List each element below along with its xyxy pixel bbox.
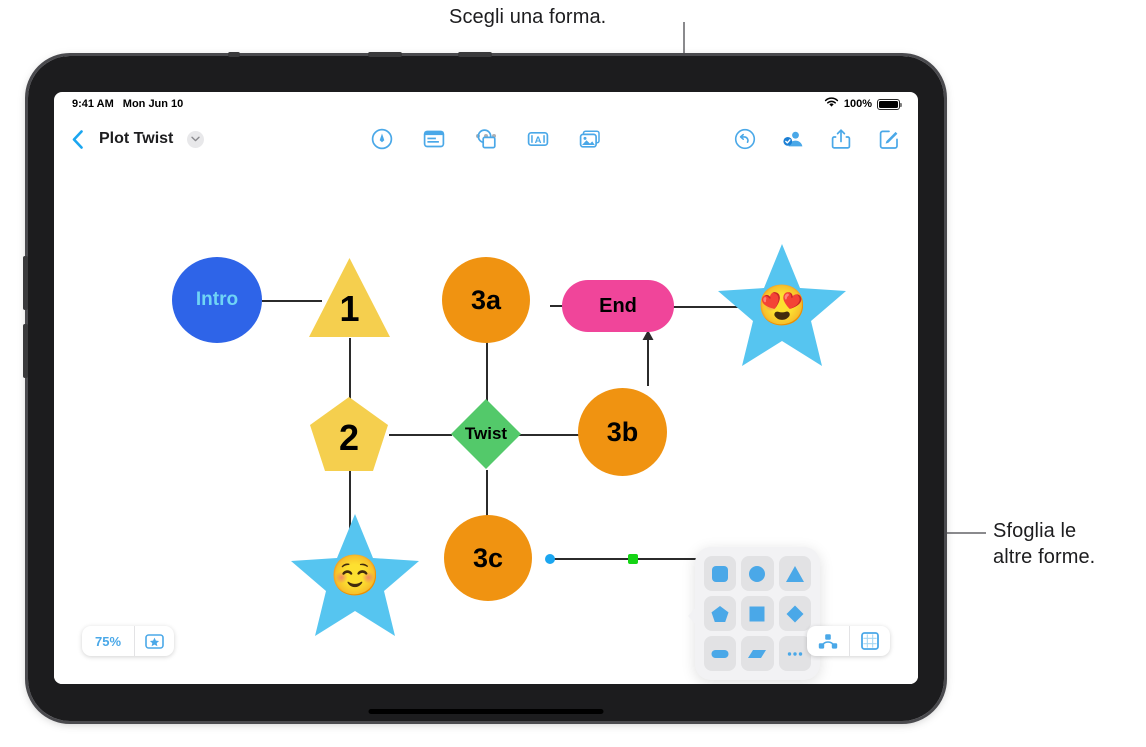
chevron-down-icon[interactable] <box>187 130 205 148</box>
back-chevron-icon[interactable] <box>72 128 85 150</box>
status-bar-right: 100% <box>824 97 902 111</box>
status-bar-left: 9:41 AM Mon Jun 10 <box>72 98 183 110</box>
undo-arrow-icon[interactable] <box>734 128 756 150</box>
zoom-control-bar: 75% <box>82 626 175 656</box>
node-2[interactable]: 2 <box>308 395 390 473</box>
node-1[interactable]: 1 <box>307 256 392 339</box>
connector-2-to-twist[interactable] <box>389 434 452 436</box>
node-star-bottom[interactable]: ☺️ <box>289 512 421 638</box>
node-twist[interactable]: Twist <box>450 398 522 470</box>
text-box-icon[interactable] <box>423 128 445 150</box>
zoom-level-button[interactable]: 75% <box>82 626 134 656</box>
app-navigation-bar: Plot Twist A <box>54 118 918 160</box>
diagram-canvas[interactable]: Intro 1 2 3a Twist 3b 3c End 😍 ☺️ 75% <box>54 160 918 684</box>
node-3a[interactable]: 3a <box>442 257 530 343</box>
page-title[interactable]: Plot Twist <box>99 130 173 148</box>
pen-circle-icon[interactable] <box>371 128 393 150</box>
ipad-device-frame: 9:41 AM Mon Jun 10 100% Plot Twist A Int… <box>23 52 947 724</box>
nav-bar-actions <box>734 128 900 150</box>
ellipse-icon[interactable] <box>704 636 737 671</box>
connector-3a-to-twist[interactable] <box>486 340 488 402</box>
status-date: Mon Jun 10 <box>122 98 184 110</box>
popover-tail <box>688 607 696 625</box>
view-control-bar <box>807 626 890 656</box>
collaborate-person-icon[interactable] <box>782 128 804 150</box>
node-3b[interactable]: 3b <box>578 388 667 476</box>
share-up-arrow-icon[interactable] <box>830 128 852 150</box>
device-volume-down-button <box>23 324 28 378</box>
device-camera-button <box>228 52 240 57</box>
device-top-button-a <box>368 52 402 57</box>
device-top-button-b <box>458 52 492 57</box>
battery-percent-label: 100% <box>843 98 872 110</box>
status-time: 9:41 AM <box>72 98 114 110</box>
svg-text:A: A <box>535 135 542 146</box>
ipad-screen: 9:41 AM Mon Jun 10 100% Plot Twist A Int… <box>54 92 918 684</box>
nav-bar-tools: A <box>371 128 601 150</box>
home-indicator[interactable] <box>368 709 604 714</box>
callout-choose-shape: Scegli una forma. <box>449 6 607 28</box>
pentagon-icon[interactable] <box>704 596 737 631</box>
shape-grid <box>704 556 811 671</box>
triangle-icon[interactable] <box>778 556 811 591</box>
parallelogram-icon[interactable] <box>741 636 774 671</box>
wifi-icon <box>824 97 839 111</box>
callout-browse-shapes: Sfoglia le altre forme. <box>993 520 1096 568</box>
device-volume-up-button <box>23 256 28 310</box>
node-3c[interactable]: 3c <box>444 515 532 601</box>
status-bar: 9:41 AM Mon Jun 10 100% <box>54 92 918 116</box>
node-intro[interactable]: Intro <box>172 257 262 343</box>
letter-a-box-icon[interactable]: A <box>527 128 549 150</box>
connector-twist-to-3b[interactable] <box>514 434 586 436</box>
node-end[interactable]: End <box>562 280 674 332</box>
rounded-square-icon[interactable] <box>704 556 737 591</box>
shapes-icon[interactable] <box>475 128 497 150</box>
connector-mid-handle[interactable] <box>628 554 638 564</box>
connector-nodes-icon[interactable] <box>807 626 849 656</box>
compose-pencil-icon[interactable] <box>878 128 900 150</box>
connector-3b-to-end[interactable] <box>638 328 658 386</box>
nav-bar-left: Plot Twist <box>72 128 205 150</box>
shape-picker-popover[interactable] <box>688 547 820 680</box>
media-stack-icon[interactable] <box>579 128 601 150</box>
star-in-box-icon[interactable] <box>135 626 174 656</box>
grid-square-icon[interactable] <box>850 626 890 656</box>
battery-full-icon <box>877 98 902 110</box>
connector-start-handle[interactable] <box>545 554 555 564</box>
square-icon[interactable] <box>741 596 774 631</box>
circle-icon[interactable] <box>741 556 774 591</box>
node-star-top[interactable]: 😍 <box>716 242 848 368</box>
